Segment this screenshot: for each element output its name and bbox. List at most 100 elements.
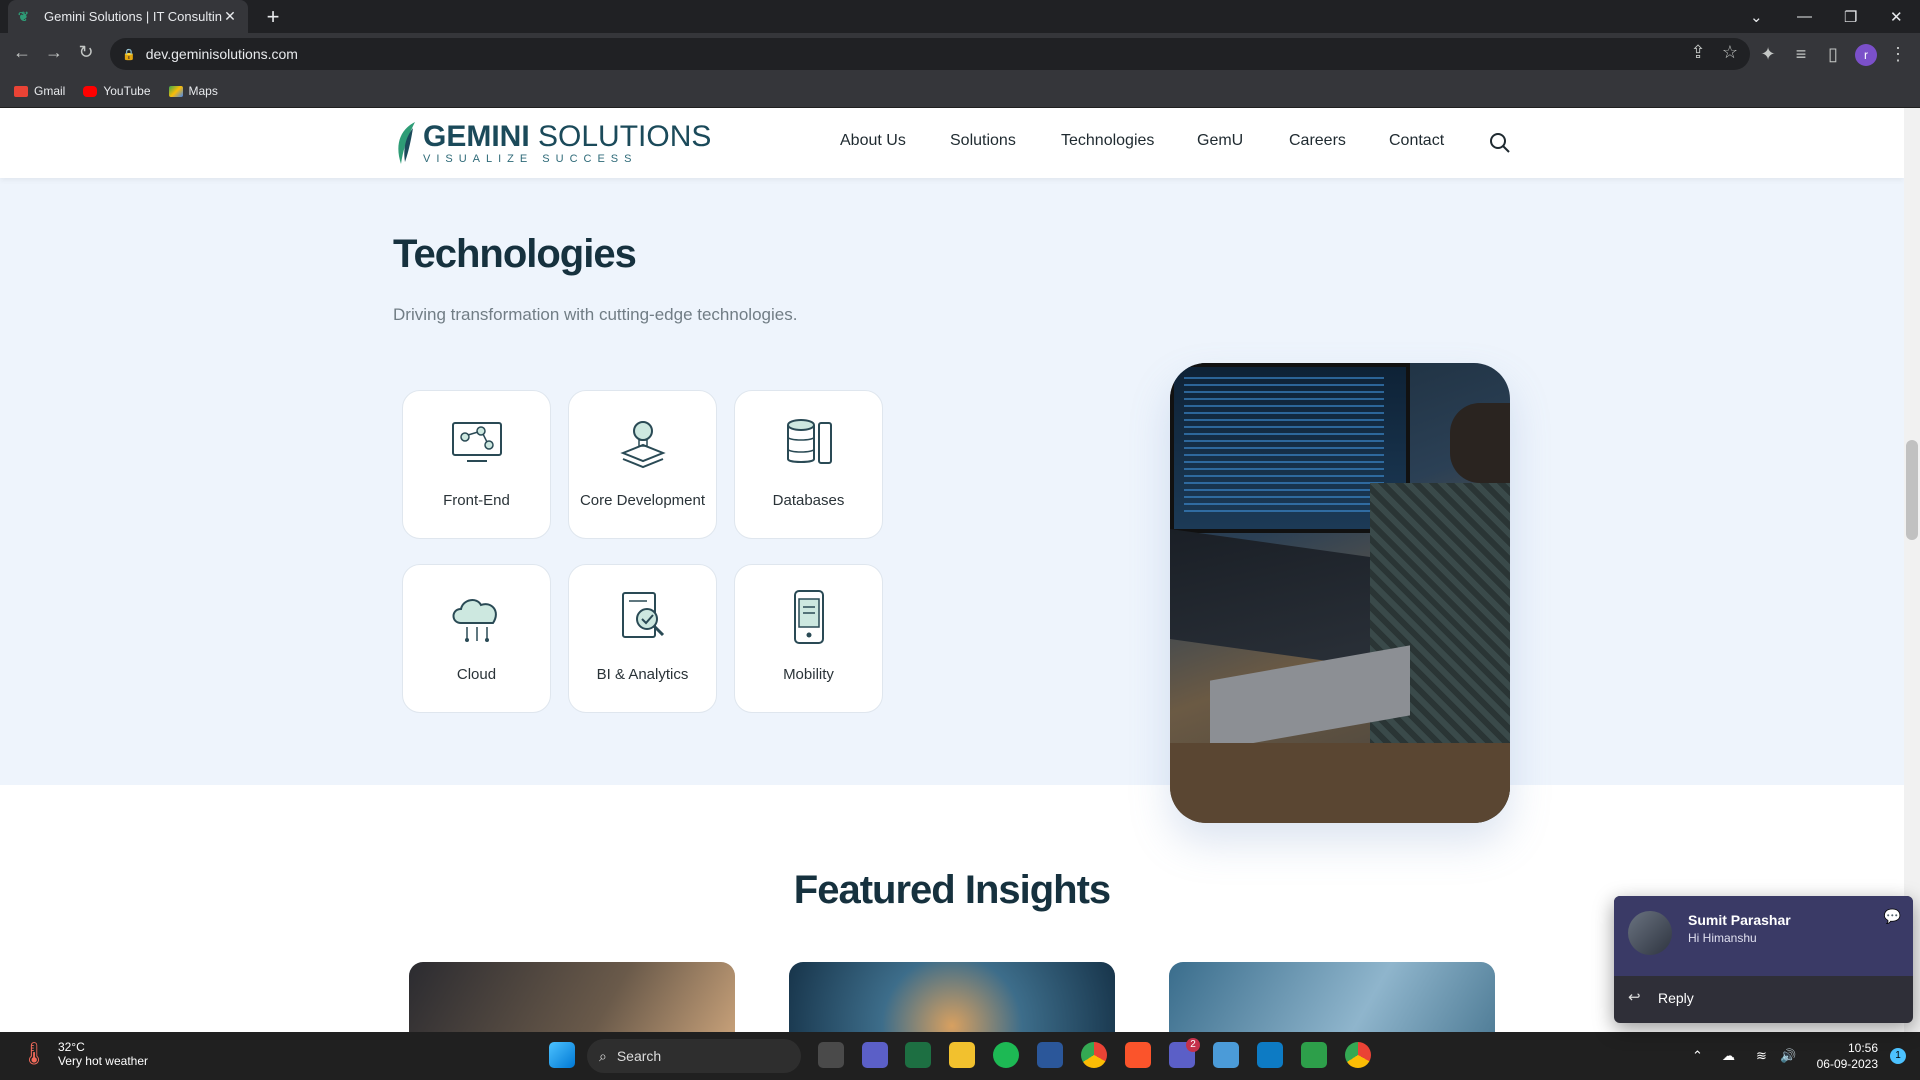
weather-widget[interactable]: 🌡 32°C Very hot weather [20,1040,148,1068]
gemini-logo[interactable]: GEMINI SOLUTIONS VISUALIZE SUCCESS [393,120,711,166]
reply-arrow-icon: ↩ [1628,989,1641,1006]
tech-card-label: Core Development [579,492,706,509]
new-tab-icon[interactable]: + [260,4,286,30]
nav-gemu[interactable]: GemU [1197,132,1243,150]
weather-description: Very hot weather [57,1054,148,1068]
insight-card-1[interactable] [409,962,735,1032]
bookmark-maps[interactable]: Maps [168,84,218,98]
chat-notification[interactable]: Sumit Parashar Hi Himanshu 💬 ↩ Reply [1614,896,1913,1023]
menu-dots-icon[interactable]: ⋮ [1886,44,1910,65]
reply-button[interactable]: Reply [1658,990,1694,1006]
teams-chat-icon[interactable] [862,1042,888,1068]
report-magnifier-icon [622,592,665,638]
insight-card-3[interactable] [1169,962,1495,1032]
tech-card-label: Cloud [456,666,497,683]
extensions-icon[interactable]: ✦ [1756,44,1780,65]
gmail-icon [14,85,28,97]
chat-bubble-icon[interactable]: 💬 [1884,908,1901,925]
nav-solutions[interactable]: Solutions [950,132,1016,150]
tray-overflow-icon[interactable]: ⌃ [1692,1032,1703,1080]
clock-time: 10:56 [1847,1041,1878,1055]
technologies-section: Technologies Driving transformation with… [0,178,1904,823]
word-icon[interactable] [1037,1042,1063,1068]
logo-text-bold: GEMINI [423,119,530,153]
taskbar-search-placeholder: Search [616,1048,662,1064]
tech-card-bi-analytics[interactable]: BI & Analytics [568,564,717,713]
notification-message: Hi Himanshu [1688,931,1757,945]
page-scrollbar[interactable] [1904,108,1920,1032]
logo-tagline: VISUALIZE SUCCESS [423,152,638,165]
search-icon[interactable] [1489,132,1511,154]
system-clock[interactable]: 10:56 06-09-2023 [1812,1040,1878,1072]
insight-card-2[interactable] [789,962,1115,1032]
back-icon[interactable]: ← [10,42,34,63]
bookmark-gmail[interactable]: Gmail [14,84,65,98]
notepad-icon[interactable] [1213,1042,1239,1068]
excel-icon[interactable] [905,1042,931,1068]
teams-badge: 2 [1186,1038,1200,1052]
tech-card-core-development[interactable]: Core Development [568,390,717,539]
nav-contact[interactable]: Contact [1389,132,1444,150]
tech-card-cloud[interactable]: Cloud [402,564,551,713]
nav-technologies[interactable]: Technologies [1061,132,1154,150]
file-explorer-icon[interactable] [949,1042,975,1068]
developer-photo [1170,363,1510,823]
sender-name: Sumit Parashar [1688,912,1791,928]
tech-card-databases[interactable]: Databases [734,390,883,539]
media-queue-icon[interactable]: ≡ [1789,44,1813,65]
tech-card-label: BI & Analytics [596,666,689,683]
taskbar-search[interactable]: ⌕ Search [587,1039,801,1073]
chrome-icon[interactable] [1081,1042,1107,1068]
restore-icon[interactable]: ❐ [1844,0,1857,33]
reload-icon[interactable]: ↻ [74,42,98,63]
technologies-subtitle: Driving transformation with cutting-edge… [393,305,798,324]
volume-icon[interactable]: 🔊 [1780,1032,1796,1080]
tab-search-chevron-icon[interactable]: ⌄ [1750,0,1763,33]
chrome-active-icon[interactable] [1345,1042,1371,1068]
sender-avatar [1628,911,1672,955]
media-player-icon[interactable] [1301,1042,1327,1068]
close-tab-icon[interactable]: ✕ [222,8,238,25]
clock-date: 06-09-2023 [1816,1057,1878,1071]
cloud-icon [452,599,497,642]
logo-text-rest: SOLUTIONS [529,119,712,153]
lock-icon: 🔒 [122,48,136,61]
tech-card-label: Databases [772,492,845,509]
page-viewport: GEMINI SOLUTIONS VISUALIZE SUCCESS About… [0,108,1904,1032]
bookmark-youtube[interactable]: YouTube [83,84,151,98]
site-header: GEMINI SOLUTIONS VISUALIZE SUCCESS About… [0,108,1904,178]
forward-icon[interactable]: → [42,42,66,63]
spotify-icon[interactable] [993,1042,1019,1068]
tab-title: Gemini Solutions | IT Consulting, [44,9,222,24]
task-view-icon[interactable] [818,1042,844,1068]
tech-card-mobility[interactable]: Mobility [734,564,883,713]
scrollbar-thumb[interactable] [1906,440,1918,540]
site-favicon-icon: ❦ [18,8,29,24]
tech-card-label: Front-End [443,492,510,509]
bookmark-star-icon[interactable]: ☆ [1718,42,1742,63]
monitor-network-icon [452,422,502,462]
close-window-icon[interactable]: ✕ [1890,0,1903,33]
onedrive-icon[interactable]: ☁ [1722,1032,1735,1080]
skype-icon[interactable] [1257,1042,1283,1068]
browser-tab[interactable]: ❦ Gemini Solutions | IT Consulting, ✕ [8,0,248,33]
side-panel-icon[interactable]: ▯ [1821,44,1845,65]
tech-card-label: Mobility [783,666,834,683]
person-head [1450,403,1510,483]
nav-about-us[interactable]: About Us [840,132,906,150]
youtube-icon [83,85,98,97]
address-bar[interactable]: 🔒 dev.geminisolutions.com [110,38,1750,70]
browser-tab-strip: ❦ Gemini Solutions | IT Consulting, ✕ + … [0,0,1920,33]
weather-temperature: 32°C [57,1040,85,1054]
share-icon[interactable]: ⇪ [1686,42,1710,63]
desk [1170,743,1510,823]
tech-card-front-end[interactable]: Front-End [402,390,551,539]
start-button-icon[interactable] [549,1042,575,1068]
minimize-icon[interactable]: — [1797,0,1812,33]
profile-avatar[interactable]: r [1855,44,1877,66]
brave-icon[interactable] [1125,1042,1151,1068]
wifi-icon[interactable]: ≋ [1756,1032,1767,1080]
notification-count-badge[interactable]: 1 [1890,1048,1906,1064]
nav-careers[interactable]: Careers [1289,132,1346,150]
url-text: dev.geminisolutions.com [145,46,298,62]
